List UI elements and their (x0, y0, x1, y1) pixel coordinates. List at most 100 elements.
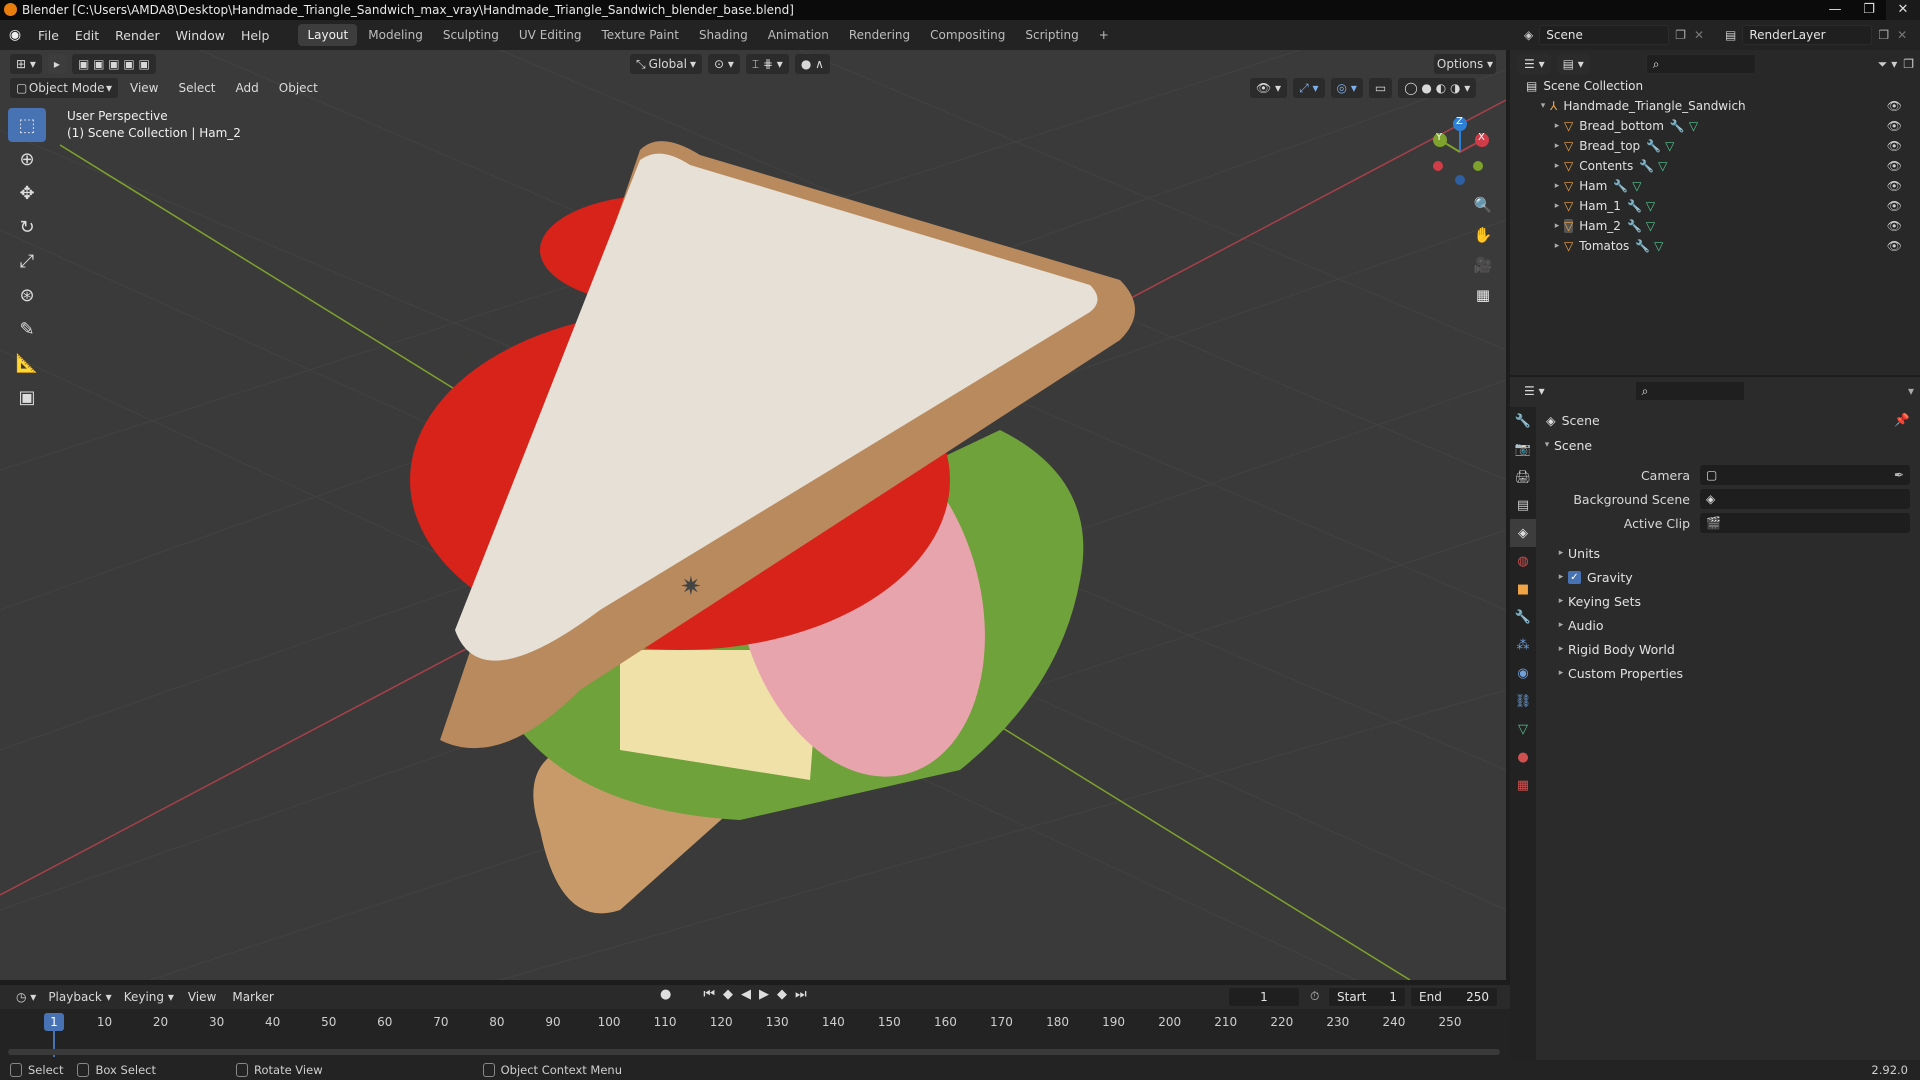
move-tool-icon[interactable]: ✥ (8, 176, 46, 210)
delete-view-layer-icon[interactable]: ✕ (1897, 28, 1907, 42)
timeline-editor-type-button[interactable]: ◷ ▾ (10, 987, 42, 1007)
properties-editor-type-button[interactable]: ☰ ▾ (1518, 381, 1551, 401)
scene-icon[interactable]: ◈ (1524, 28, 1533, 42)
snap-button[interactable]: ⌶ ⋕ ▾ (745, 54, 789, 74)
stopwatch-icon[interactable]: ⏱ (1310, 989, 1319, 1004)
jump-end-icon[interactable]: ⏭ (795, 987, 807, 1002)
new-scene-icon[interactable]: ❐ (1675, 28, 1686, 42)
transform-orientation-dropdown[interactable]: ⤡ Global ▾ (630, 54, 702, 74)
camera-view-icon[interactable]: 🎥 (1470, 252, 1496, 278)
menu-window[interactable]: Window (168, 28, 233, 43)
selection-mode-buttons[interactable]: ▣ ▣ ▣ ▣ ▣ (71, 54, 156, 74)
modifier-wrench-icon[interactable]: 🔧 (1613, 179, 1628, 193)
next-keyframe-icon[interactable]: ◆ (777, 987, 787, 1002)
units-panel-header[interactable]: ▸ Units (1540, 541, 1918, 565)
view-layer-selector[interactable]: RenderLayer (1742, 25, 1873, 45)
mesh-data-icon[interactable]: ▽ (1646, 199, 1655, 213)
material-tab-icon[interactable]: ● (1510, 743, 1536, 771)
visibility-eye-icon[interactable]: 👁 (1887, 179, 1902, 193)
properties-search-input[interactable]: ⌕ (1634, 381, 1745, 401)
new-collection-icon[interactable]: ❐ (1903, 57, 1914, 71)
sandwich-model[interactable]: ✷ (410, 141, 1135, 914)
mesh-data-icon[interactable]: ▽ (1654, 239, 1663, 253)
shading-mode-buttons[interactable]: ◯ ● ◐ ◑ ▾ (1398, 78, 1477, 98)
menu-edit[interactable]: Edit (67, 28, 107, 43)
mesh-data-icon[interactable]: ▽ (1646, 219, 1655, 233)
object-mode-dropdown[interactable]: ▢ Object Mode ▾ (10, 78, 118, 98)
chevron-down-icon[interactable]: ▾ (1908, 384, 1914, 398)
world-tab-icon[interactable]: ◍ (1510, 547, 1536, 575)
viewport-menu-object[interactable]: Object (271, 81, 326, 95)
filter-icon[interactable]: ⏷ ▾ (1878, 57, 1897, 72)
menu-file[interactable]: File (30, 28, 67, 43)
tab-modeling[interactable]: Modeling (359, 24, 432, 46)
mesh-data-icon[interactable]: ▽ (1632, 179, 1641, 193)
constraints-tab-icon[interactable]: ⛓ (1510, 687, 1536, 715)
modifier-tab-icon[interactable]: 🔧 (1510, 603, 1536, 631)
select-box-tool-icon[interactable]: ⬚ (8, 108, 46, 142)
pin-icon[interactable]: 📌 (1894, 412, 1910, 428)
blender-menu-icon[interactable]: ◉ (0, 27, 30, 43)
outliner-object-row[interactable]: ▸ ▽ Tomatos 🔧 ▽ 👁 (1526, 236, 1916, 256)
visibility-button[interactable]: 👁 ▾ (1250, 78, 1288, 98)
outliner-scene-collection[interactable]: ▤ Scene Collection (1526, 76, 1916, 96)
playback-menu[interactable]: Playback ▾ (42, 987, 117, 1007)
audio-panel-header[interactable]: ▸ Audio (1540, 613, 1918, 637)
xray-button[interactable]: ▭ (1368, 78, 1393, 98)
end-frame-field[interactable]: End 250 (1410, 987, 1498, 1007)
scale-tool-icon[interactable]: ⤢ (8, 244, 46, 278)
select-mode-button[interactable]: ▸ (47, 54, 66, 74)
start-frame-field[interactable]: Start 1 (1328, 987, 1406, 1007)
viewport-menu-select[interactable]: Select (170, 81, 223, 95)
add-workspace-button[interactable]: + (1090, 24, 1118, 46)
expand-triangle-icon[interactable]: ▾ (1536, 101, 1550, 111)
view-layer-icon[interactable]: ▤ (1725, 28, 1736, 42)
keying-menu[interactable]: Keying ▾ (118, 987, 180, 1007)
minimize-button[interactable]: — (1818, 0, 1852, 20)
expand-triangle-icon[interactable]: ▸ (1550, 121, 1564, 131)
outliner-object-row[interactable]: ▸ ▽ Bread_bottom 🔧 ▽ 👁 (1526, 116, 1916, 136)
timeline-ruler[interactable]: 1 10 20 30 40 50 60 70 80 90 100 110 120 130 140 150 160… (0, 1009, 1510, 1060)
close-button[interactable]: ✕ (1886, 0, 1920, 20)
rigid-body-world-panel-header[interactable]: ▸ Rigid Body World (1540, 637, 1918, 661)
visibility-eye-icon[interactable]: 👁 (1887, 119, 1902, 133)
record-keyframe-icon[interactable]: ● (660, 987, 671, 1002)
prev-keyframe-icon[interactable]: ◆ (723, 987, 733, 1002)
maximize-button[interactable]: ❐ (1852, 0, 1886, 20)
mesh-data-icon[interactable]: ▽ (1665, 139, 1674, 153)
tab-uv-editing[interactable]: UV Editing (510, 24, 591, 46)
cursor-tool-icon[interactable]: ⊕ (8, 142, 46, 176)
new-view-layer-icon[interactable]: ❐ (1878, 28, 1889, 42)
modifier-wrench-icon[interactable]: 🔧 (1627, 199, 1642, 213)
menu-render[interactable]: Render (107, 28, 168, 43)
gravity-checkbox[interactable]: ✓ (1568, 570, 1581, 584)
expand-triangle-icon[interactable]: ▸ (1550, 201, 1564, 211)
visibility-eye-icon[interactable]: 👁 (1887, 239, 1902, 253)
tab-scripting[interactable]: Scripting (1016, 24, 1087, 46)
tab-rendering[interactable]: Rendering (840, 24, 919, 46)
timeline-scrollbar[interactable] (8, 1049, 1500, 1055)
modifier-wrench-icon[interactable]: 🔧 (1635, 239, 1650, 253)
texture-tab-icon[interactable]: ▦ (1510, 771, 1536, 799)
navigation-gizmo[interactable]: Z X Y (1420, 112, 1500, 192)
3d-viewport[interactable]: ✷ ⊞ ▾ ▸ ▣ ▣ ▣ ▣ ▣ ⤡ Global ▾ ⊙ ▾ ⌶ ⋕ ▾ ●… (0, 50, 1506, 980)
options-dropdown[interactable]: Options ▾ (1434, 54, 1496, 74)
mesh-data-icon[interactable]: ▽ (1658, 159, 1667, 173)
outliner-object-row[interactable]: ▸ ▽ Ham_1 🔧 ▽ 👁 (1526, 196, 1916, 216)
scene-selector[interactable]: Scene (1539, 25, 1670, 45)
expand-triangle-icon[interactable]: ▸ (1550, 161, 1564, 171)
display-mode-button[interactable]: ▤ ▾ (1556, 54, 1590, 74)
timeline-menu-view[interactable]: View (180, 990, 224, 1004)
jump-start-icon[interactable]: ⏮ (703, 987, 715, 1002)
timeline-editor[interactable]: ◷ ▾ Playback ▾ Keying ▾ View Marker ● ⏮ … (0, 985, 1510, 1060)
expand-triangle-icon[interactable]: ▸ (1550, 241, 1564, 251)
visibility-eye-icon[interactable]: 👁 (1887, 139, 1902, 153)
expand-triangle-icon[interactable]: ▸ (1550, 141, 1564, 151)
proportional-editing-button[interactable]: ● ∧ (794, 54, 830, 74)
annotate-tool-icon[interactable]: ✎ (8, 312, 46, 346)
outliner-object-row[interactable]: ▸ ▽ Bread_top 🔧 ▽ 👁 (1526, 136, 1916, 156)
pan-hand-icon[interactable]: ✋ (1470, 222, 1496, 248)
gravity-panel-header[interactable]: ▸ ✓ Gravity (1540, 565, 1918, 589)
measure-tool-icon[interactable]: 📐 (8, 346, 46, 380)
current-frame-field[interactable]: 1 (1228, 987, 1300, 1007)
